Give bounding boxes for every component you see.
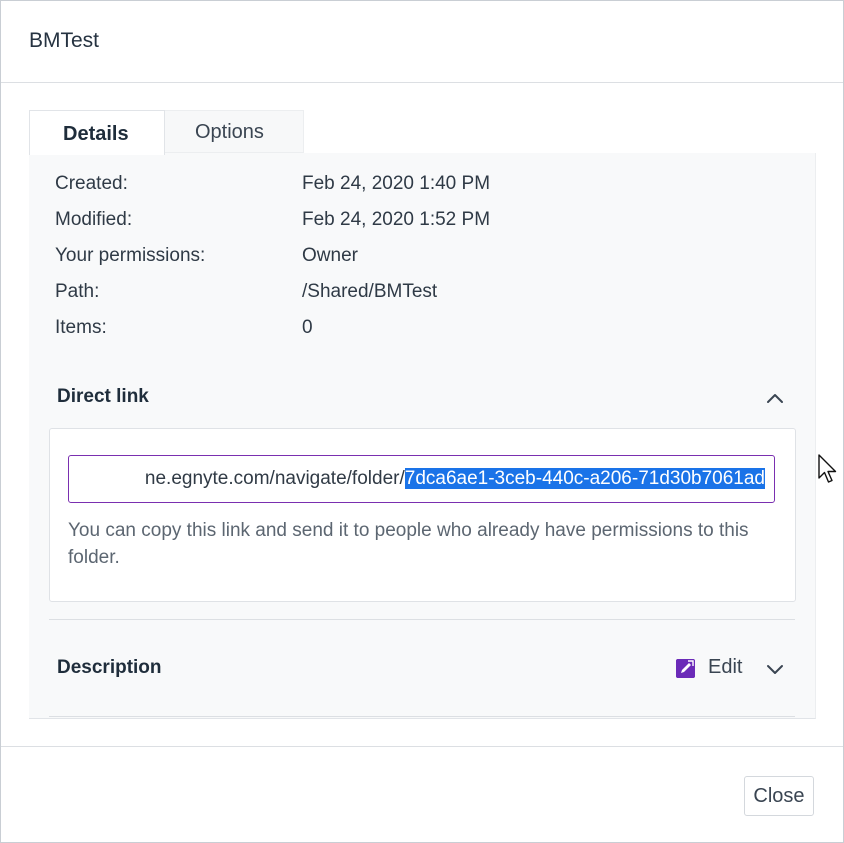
description-heading[interactable]: Description — [57, 657, 162, 679]
property-label: Created: — [55, 173, 128, 194]
chevron-up-icon[interactable] — [765, 388, 785, 408]
dialog-title: BMTest — [29, 29, 100, 52]
edit-pencil-icon — [676, 659, 695, 678]
tab-bar: Details Options — [29, 110, 815, 155]
section-divider — [49, 619, 795, 620]
property-value: Feb 24, 2020 1:40 PM — [302, 173, 491, 194]
property-label: Your permissions: — [55, 245, 206, 266]
property-value: 0 — [302, 317, 313, 338]
tab-details-label: Details — [63, 123, 129, 145]
property-value: Owner — [302, 245, 358, 266]
tab-options-label: Options — [195, 121, 264, 143]
section-divider — [49, 716, 795, 717]
folder-details-dialog: BMTest Details Options Created: Feb 24, … — [0, 0, 844, 843]
details-panel: Created: Feb 24, 2020 1:40 PM Modified: … — [29, 153, 816, 719]
tab-options[interactable]: Options — [165, 110, 304, 153]
direct-link-box: ne.egnyte.com/navigate/folder/7dca6ae1-3… — [49, 428, 796, 602]
link-url-prefix: ne.egnyte.com/navigate/folder/ — [144, 468, 405, 489]
direct-link-heading[interactable]: Direct link — [57, 386, 149, 408]
mouse-cursor-icon — [818, 454, 837, 483]
chevron-down-icon[interactable] — [765, 659, 785, 679]
link-url-selected: 7dca6ae1-3ceb-440c-a206-71d30b7061ad — [404, 468, 765, 489]
dialog-header: BMTest — [1, 1, 843, 83]
direct-link-help-text: You can copy this link and send it to pe… — [68, 520, 749, 568]
close-button[interactable]: Close — [744, 776, 814, 816]
footer-divider — [1, 746, 843, 747]
property-value: Feb 24, 2020 1:52 PM — [302, 209, 491, 230]
direct-link-text: ne.egnyte.com/navigate/folder/7dca6ae1-3… — [145, 456, 765, 502]
property-label: Path: — [55, 281, 100, 302]
property-label: Modified: — [55, 209, 133, 230]
tab-details[interactable]: Details — [29, 110, 165, 155]
edit-label: Edit — [708, 656, 743, 678]
property-label: Items: — [55, 317, 107, 338]
direct-link-input[interactable]: ne.egnyte.com/navigate/folder/7dca6ae1-3… — [68, 455, 775, 503]
property-value: /Shared/BMTest — [302, 281, 438, 302]
